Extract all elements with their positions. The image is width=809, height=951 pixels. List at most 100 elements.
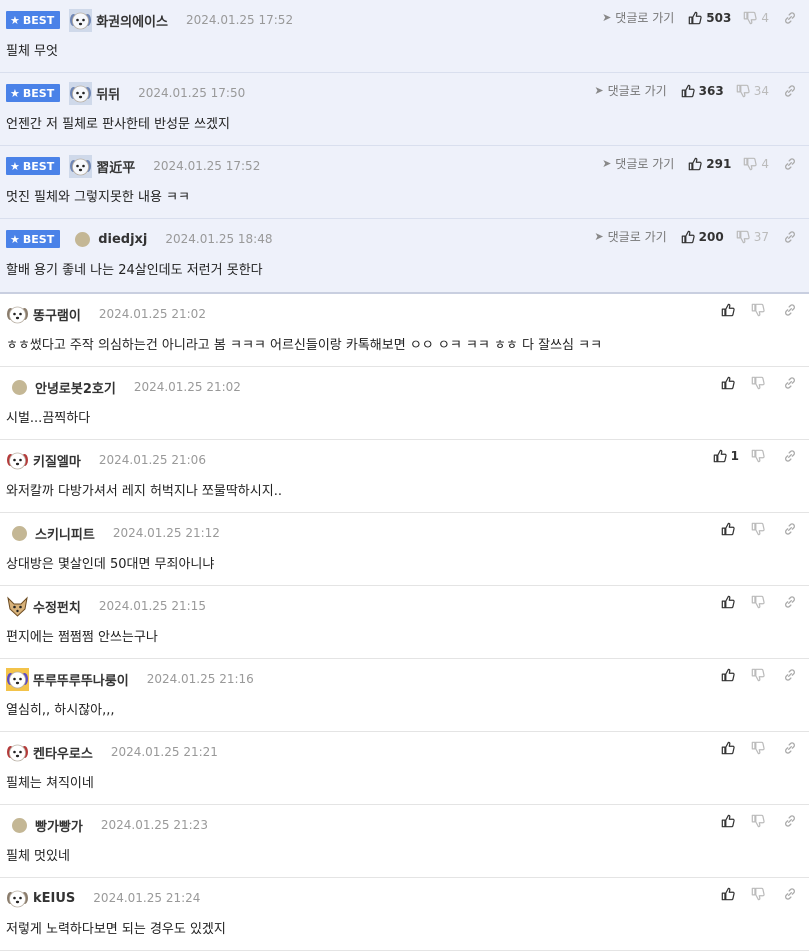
comment: kEIUS 2024.01.25 21:24 저렇게 노력하다보면 되는 경우도 있… <box>0 878 809 951</box>
copy-link-button[interactable] <box>783 303 797 317</box>
thumbs-up-icon <box>721 668 735 682</box>
comment: 뚜루뚜루뚜나룽이 2024.01.25 21:16 열심히,, 하시잖아,,, <box>0 659 809 732</box>
best-badge: ★ BEST <box>6 157 61 175</box>
comment-date: 2024.01.25 21:16 <box>146 672 254 686</box>
nickname[interactable]: 빵가빵가 <box>35 816 83 835</box>
downvote-button[interactable] <box>751 668 769 682</box>
downvote-button[interactable]: 34 <box>736 84 769 98</box>
upvote-button[interactable]: 363 <box>681 84 724 98</box>
nickname[interactable]: 스키니피트 <box>35 524 95 543</box>
comment: 안녕로봇2호기 2024.01.25 21:02 시벌...끔찍하다 <box>0 367 809 440</box>
avatar <box>6 887 29 910</box>
downvote-count: 4 <box>761 156 769 171</box>
upvote-count: 200 <box>698 229 724 244</box>
comment-date: 2024.01.25 17:52 <box>185 13 294 27</box>
nickname[interactable]: 習近平 <box>96 157 135 176</box>
comment-date: 2024.01.25 21:12 <box>112 526 220 540</box>
downvote-button[interactable]: 37 <box>736 230 769 244</box>
nickname[interactable]: 켄타우로스 <box>33 743 93 762</box>
comment-text: 필체 멋있네 <box>6 849 70 864</box>
comment-text: 멋진 필체와 그렇지못한 내용 ㅋㅋ <box>6 190 190 205</box>
link-icon <box>785 157 795 170</box>
upvote-button[interactable] <box>721 668 739 682</box>
thumbs-down-icon <box>751 522 765 536</box>
copy-link-button[interactable] <box>783 157 797 171</box>
nickname[interactable]: kEIUS <box>33 891 75 906</box>
downvote-button[interactable]: 4 <box>743 11 769 25</box>
upvote-button[interactable] <box>721 522 739 536</box>
nickname[interactable]: 뚜루뚜루뚜나룽이 <box>33 670 129 689</box>
upvote-button[interactable] <box>721 376 739 390</box>
comment-date: 2024.01.25 21:23 <box>100 818 208 832</box>
copy-link-button[interactable] <box>783 449 797 463</box>
upvote-button[interactable]: 200 <box>681 230 724 244</box>
upvote-button[interactable] <box>721 303 739 317</box>
goto-comment-button[interactable]: ➤ 댓글로 가기 <box>594 228 666 245</box>
thumbs-up-icon <box>688 11 702 24</box>
downvote-button[interactable]: 4 <box>743 157 769 171</box>
upvote-button[interactable]: 291 <box>688 157 731 171</box>
comment-text: 할배 용기 좋네 나는 24살인데도 저런거 못한다 <box>6 263 263 278</box>
nickname[interactable]: 뒤뒤 <box>96 84 120 103</box>
upvote-button[interactable] <box>721 887 739 901</box>
downvote-button[interactable] <box>751 449 769 463</box>
upvote-button[interactable] <box>721 741 739 755</box>
star-icon: ★ <box>10 13 20 27</box>
copy-link-button[interactable] <box>783 887 797 901</box>
upvote-count: 291 <box>706 156 732 171</box>
goto-comment-button[interactable]: ➤ 댓글로 가기 <box>602 9 674 26</box>
downvote-button[interactable] <box>751 376 769 390</box>
send-arrow-icon: ➤ <box>602 11 612 24</box>
comment-date: 2024.01.25 18:48 <box>165 232 273 246</box>
nickname[interactable]: 안녕로봇2호기 <box>35 378 116 397</box>
downvote-button[interactable] <box>751 595 769 609</box>
comment-text: 시벌...끔찍하다 <box>6 411 91 426</box>
upvote-button[interactable] <box>721 595 739 609</box>
downvote-count: 4 <box>761 10 769 25</box>
copy-link-button[interactable] <box>783 11 797 25</box>
comment: 수정펀치 2024.01.25 21:15 편지에는 쩜쩜쩜 안쓰는구나 <box>0 586 809 659</box>
downvote-button[interactable] <box>751 303 769 317</box>
link-icon <box>785 230 795 243</box>
downvote-count: 34 <box>753 83 769 98</box>
nickname[interactable]: 키질엘마 <box>33 451 81 470</box>
avatar <box>12 379 27 395</box>
thumbs-down-icon <box>751 376 765 390</box>
best-comment: ★ BEST 화권의에이스 2024.01.25 17:52 ➤ 댓글로 가기 503 4 필체… <box>0 0 809 73</box>
comment-text: 필체는 쳐직이네 <box>6 776 94 791</box>
thumbs-down-icon <box>751 303 765 317</box>
nickname[interactable]: 수정펀치 <box>33 597 81 616</box>
comment-date: 2024.01.25 21:02 <box>98 307 206 321</box>
copy-link-button[interactable] <box>783 230 797 244</box>
comment-date: 2024.01.25 17:52 <box>153 159 261 173</box>
copy-link-button[interactable] <box>783 376 797 390</box>
comment: 키질엘마 2024.01.25 21:06 1 와저칼까 다방가셔서 레지 허벅지나 … <box>0 440 809 513</box>
copy-link-button[interactable] <box>783 84 797 98</box>
best-badge: ★ BEST <box>6 84 61 102</box>
nickname[interactable]: 화권의에이스 <box>96 11 168 30</box>
thumbs-up-icon <box>721 303 735 317</box>
nickname[interactable]: diedjxj <box>98 232 147 247</box>
copy-link-button[interactable] <box>783 522 797 536</box>
copy-link-button[interactable] <box>783 595 797 609</box>
goto-comment-button[interactable]: ➤ 댓글로 가기 <box>602 155 674 172</box>
avatar <box>6 449 29 472</box>
upvote-button[interactable]: 1 <box>713 449 739 463</box>
copy-link-button[interactable] <box>783 814 797 828</box>
star-icon: ★ <box>10 159 20 173</box>
comment-date: 2024.01.25 21:24 <box>93 891 201 905</box>
goto-comment-button[interactable]: ➤ 댓글로 가기 <box>594 82 666 99</box>
downvote-button[interactable] <box>751 741 769 755</box>
upvote-button[interactable]: 503 <box>688 11 731 25</box>
avatar <box>69 81 93 105</box>
thumbs-down-icon <box>744 11 758 24</box>
copy-link-button[interactable] <box>783 668 797 682</box>
upvote-button[interactable] <box>721 814 739 828</box>
copy-link-button[interactable] <box>783 741 797 755</box>
nickname[interactable]: 똥구램이 <box>33 305 81 324</box>
downvote-button[interactable] <box>751 522 769 536</box>
thumbs-down-icon <box>751 668 765 682</box>
downvote-button[interactable] <box>751 887 769 901</box>
downvote-button[interactable] <box>751 814 769 828</box>
thumbs-down-icon <box>751 814 765 828</box>
